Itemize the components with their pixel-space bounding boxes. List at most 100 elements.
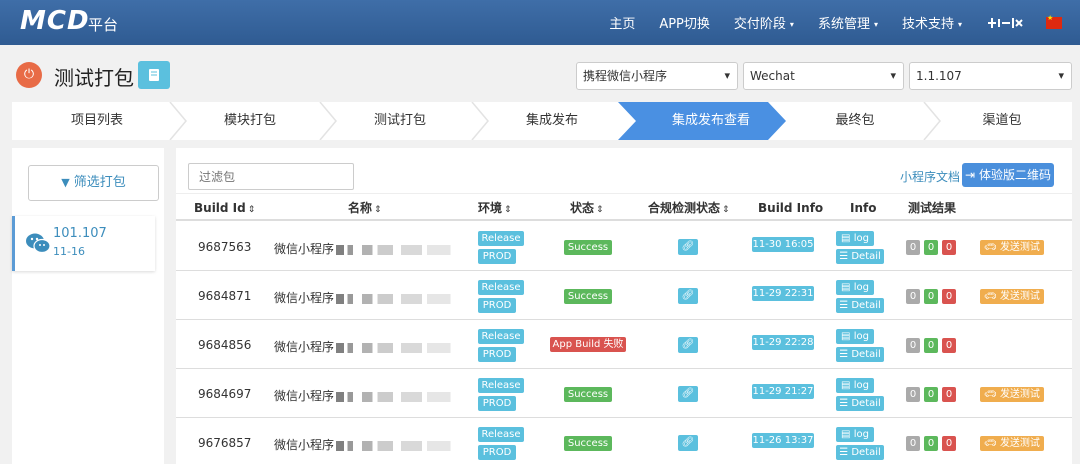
env-badge-prod: PROD [478, 347, 516, 362]
build-name: 微信小程序 [274, 338, 467, 355]
link-icon[interactable]: 🔗︎ [678, 435, 698, 451]
build-name: 微信小程序 [274, 387, 467, 404]
nav-item-home[interactable]: 主页 [609, 13, 635, 32]
test-result-skipped: 0 [906, 289, 920, 304]
status-badge: Success [564, 289, 612, 304]
env-badge-release: Release [478, 231, 524, 246]
test-result-skipped: 0 [906, 436, 920, 451]
send-test-button[interactable]: 🚗︎ 发送测试 [980, 436, 1044, 451]
sort-icon: ⇕ [504, 205, 512, 215]
version-list-item[interactable]: 101.107 11-16 [12, 216, 155, 271]
sort-icon: ⇕ [722, 205, 730, 215]
step-integration-release-view[interactable]: 集成发布查看 [636, 102, 786, 140]
env-badge-prod: PROD [478, 396, 516, 411]
partner-logo-icon[interactable] [986, 15, 1024, 31]
build-time-badge: 11-29 22:28 [752, 335, 814, 350]
col-test-result: 测试结果 [908, 201, 957, 215]
wechat-icon [26, 233, 51, 254]
table-row: 9676857 微信小程序 Release PROD Success 🔗︎ 11… [176, 418, 1072, 464]
send-test-button[interactable]: 🚗︎ 发送测试 [980, 240, 1044, 255]
filter-package-button[interactable]: ▼ 筛选打包 [28, 165, 159, 201]
test-result-skipped: 0 [906, 338, 920, 353]
app-select[interactable]: 携程微信小程序 [576, 62, 738, 90]
brand-subtitle: 平台 [88, 16, 119, 34]
log-button[interactable]: ▤ log [836, 231, 874, 246]
test-result-skipped: 0 [906, 387, 920, 402]
log-button[interactable]: ▤ log [836, 378, 874, 393]
test-result-failed: 0 [942, 338, 956, 353]
log-icon: ▤ [841, 233, 854, 244]
detail-button[interactable]: ☰ Detail [836, 445, 884, 460]
chevron-down-icon: ▾ [873, 20, 878, 29]
col-status[interactable]: 状态 ⇕ [570, 194, 604, 222]
col-name[interactable]: 名称 ⇕ [348, 194, 382, 222]
test-result-failed: 0 [942, 436, 956, 451]
nav-menu: 主页 APP切换 交付阶段 ▾ 系统管理 ▾ 技术支持 ▾ [609, 0, 1080, 45]
env-badge-prod: PROD [478, 249, 516, 264]
sort-icon: ⇕ [247, 205, 256, 215]
step-project-list[interactable]: 项目列表 [12, 102, 182, 140]
mini-program-doc-link[interactable]: 小程序文档 [900, 168, 960, 185]
link-icon[interactable]: 🔗︎ [678, 239, 698, 255]
link-icon[interactable]: 🔗︎ [678, 288, 698, 304]
send-test-button[interactable]: 🚗︎ 发送测试 [980, 289, 1044, 304]
step-channel-package[interactable]: 渠道包 [932, 102, 1072, 140]
step-integration-release[interactable]: 集成发布 [474, 102, 630, 140]
detail-button[interactable]: ☰ Detail [836, 298, 884, 313]
table-row: 9684871 微信小程序 Release PROD Success 🔗︎ 11… [176, 271, 1072, 320]
step-module-package[interactable]: 模块打包 [172, 102, 328, 140]
version-select[interactable]: 1.1.107 [909, 62, 1072, 90]
build-time-badge: 11-29 21:27 [752, 384, 814, 399]
build-name: 微信小程序 [274, 436, 467, 453]
col-build-id[interactable]: Build Id ⇕ [194, 194, 255, 222]
detail-button[interactable]: ☰ Detail [836, 249, 884, 264]
chevron-down-icon: ▾ [789, 20, 794, 29]
link-icon[interactable]: 🔗︎ [678, 386, 698, 402]
env-badge-prod: PROD [478, 445, 516, 460]
table-row: 9684856 微信小程序 Release PROD App Build 失败 … [176, 320, 1072, 369]
step-final-package[interactable]: 最终包 [782, 102, 928, 140]
nav-item-delivery-stage[interactable]: 交付阶段 ▾ [734, 13, 794, 32]
log-button[interactable]: ▤ log [836, 329, 874, 344]
table-row: 9684697 微信小程序 Release PROD Success 🔗︎ 11… [176, 369, 1072, 418]
redacted-name [336, 293, 467, 304]
build-time-badge: 11-30 16:05 [752, 237, 814, 252]
filter-package-input[interactable] [188, 163, 354, 190]
book-icon[interactable] [138, 61, 170, 89]
nav-item-app-switch[interactable]: APP切换 [659, 13, 710, 32]
test-result-passed: 0 [924, 240, 938, 255]
trial-qrcode-button[interactable]: ⇥ 体验版二维码 [962, 163, 1054, 187]
version-number: 101.107 [53, 226, 107, 241]
status-badge: Success [564, 436, 612, 451]
col-compliance-status[interactable]: 合规检测状态 ⇕ [648, 194, 730, 222]
status-badge: Success [564, 387, 612, 402]
table-header: Build Id ⇕ 名称 ⇕ 环境 ⇕ 状态 ⇕ 合规检测状态 ⇕ Build Info… [176, 193, 1072, 221]
brand-logo[interactable]: MCD [20, 6, 90, 36]
test-result-failed: 0 [942, 387, 956, 402]
log-button[interactable]: ▤ log [836, 280, 874, 295]
car-icon: 🚗︎ [984, 389, 1000, 400]
step-test-package[interactable]: 测试打包 [322, 102, 478, 140]
nav-item-tech-support[interactable]: 技术支持 ▾ [902, 13, 962, 32]
col-info: Info [850, 201, 877, 215]
env-badge-prod: PROD [478, 298, 516, 313]
china-flag-icon[interactable] [1046, 14, 1062, 29]
test-result-skipped: 0 [906, 240, 920, 255]
log-button[interactable]: ▤ log [836, 427, 874, 442]
detail-button[interactable]: ☰ Detail [836, 396, 884, 411]
env-badge-release: Release [478, 378, 524, 393]
top-navbar: MCD 平台 主页 APP切换 交付阶段 ▾ 系统管理 ▾ 技术支持 ▾ [0, 0, 1080, 45]
test-result-passed: 0 [924, 289, 938, 304]
step-wizard: 项目列表 模块打包 测试打包 集成发布 集成发布查看 最终包 渠道包 [12, 102, 1072, 140]
nav-item-system-admin[interactable]: 系统管理 ▾ [818, 13, 878, 32]
link-icon[interactable]: 🔗︎ [678, 337, 698, 353]
filter-icon: ▼ [61, 176, 70, 189]
col-env[interactable]: 环境 ⇕ [478, 194, 512, 222]
list-icon: ☰ [839, 447, 852, 458]
list-icon: ☰ [839, 349, 852, 360]
detail-button[interactable]: ☰ Detail [836, 347, 884, 362]
chevron-down-icon: ▾ [957, 20, 962, 29]
send-test-button[interactable]: 🚗︎ 发送测试 [980, 387, 1044, 402]
platform-select[interactable]: Wechat [743, 62, 904, 90]
log-icon: ▤ [841, 282, 854, 293]
